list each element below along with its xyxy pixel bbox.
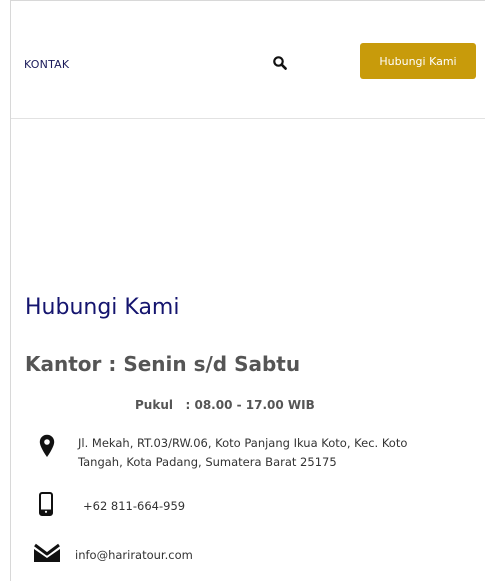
hubungi-kami-button[interactable]: Hubungi Kami: [360, 43, 476, 79]
office-days-heading: Kantor : Senin s/d Sabtu: [25, 352, 301, 376]
page-title: Hubungi Kami: [25, 295, 180, 320]
contact-phone-row: +62 811-664-959: [39, 492, 185, 520]
map-pin-icon: [39, 434, 55, 462]
envelope-icon: [33, 543, 61, 567]
office-hours: Pukul : 08.00 - 17.00 WIB: [135, 398, 315, 412]
email-link[interactable]: info@hariratour.com: [75, 546, 193, 565]
nav-link-kontak[interactable]: KONTAK: [24, 58, 69, 71]
search-icon[interactable]: [272, 55, 288, 71]
address-text: Jl. Mekah, RT.03/RW.06, Koto Panjang Iku…: [78, 436, 408, 469]
smartphone-icon: [39, 492, 53, 520]
header-divider: [11, 118, 485, 119]
contact-email-row: info@hariratour.com: [33, 543, 193, 567]
site-header: KONTAK Hubungi Kami: [11, 1, 485, 118]
contact-address-row: Jl. Mekah, RT.03/RW.06, Koto Panjang Iku…: [39, 434, 438, 472]
phone-link[interactable]: +62 811-664-959: [83, 497, 185, 516]
